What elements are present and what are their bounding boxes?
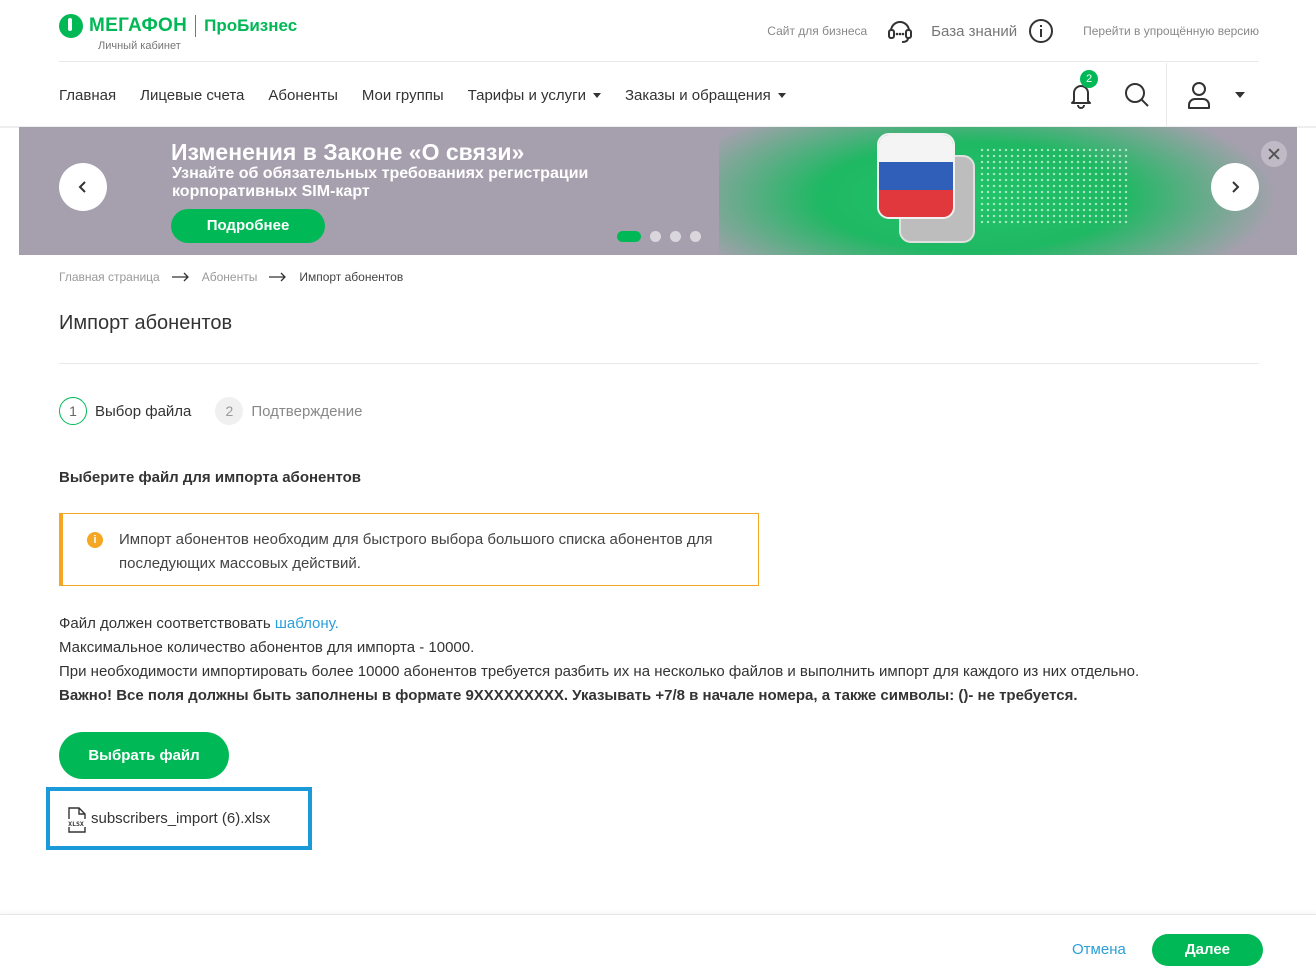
format-warning-line: Важно! Все поля должны быть заполнены в … [59,687,1078,704]
nav-item-label: Мои группы [361,86,444,104]
banner-next-button[interactable] [1211,163,1259,211]
top-bar: МЕГАФОН ПроБизнес Личный кабинет Сайт дл… [59,0,1259,62]
nav-item-label: Абоненты [268,86,338,104]
arrow-right-icon [171,272,189,282]
arrow-right-icon [269,272,287,282]
xlsx-file-icon: XLSX [65,807,87,833]
step-number: 2 [215,397,244,425]
banner-dots-decoration [979,147,1129,227]
user-profile-icon[interactable] [1185,80,1213,110]
banner-pagination [617,231,710,242]
step-confirmation: 2 Подтверждение [215,397,362,425]
page-title: Импорт абонентов [59,312,233,334]
nav-item-home[interactable]: Главная [59,87,116,104]
cabinet-caption: Личный кабинет [98,40,181,52]
simple-version-link[interactable]: Перейти в упрощённую версию [1083,24,1259,38]
business-site-link[interactable]: Сайт для бизнеса [767,24,867,38]
chevron-down-icon [777,92,786,98]
banner-close-icon[interactable] [1261,141,1287,167]
info-notice: i Импорт абонентов необходим для быстрог… [59,513,759,586]
search-icon[interactable] [1122,80,1152,110]
file-name: subscribers_import (6).xlsx [91,810,271,827]
nav-item-orders[interactable]: Заказы и обращения [625,87,786,104]
nav-item-tariffs[interactable]: Тарифы и услуги [468,87,601,104]
nav-item-accounts[interactable]: Лицевые счета [140,87,244,104]
notification-count-badge: 2 [1080,70,1098,88]
selected-file[interactable]: XLSX subscribers_import (6).xlsx [46,787,312,850]
nav-item-label: Тарифы и услуги [467,86,586,104]
banner-dot-3[interactable] [670,231,681,242]
nav-item-groups[interactable]: Мои группы [362,87,444,104]
file-type-label: XLSX [68,820,84,828]
max-count-line: Максимальное количество абонентов для им… [59,639,475,656]
banner-more-button[interactable]: Подробнее [171,209,325,243]
banner-dot-4[interactable] [690,231,701,242]
chevron-left-icon [78,181,86,193]
section-heading: Выберите файл для импорта абонентов [59,469,361,486]
title-divider [59,363,1259,364]
step-label: Подтверждение [251,402,363,420]
chevron-right-icon [1232,181,1240,193]
nav-separator [1166,63,1167,127]
import-instructions: Файл должен соответствовать шаблону. Мак… [59,612,1139,708]
brand-logo[interactable]: МЕГАФОН ПроБизнес [59,14,297,38]
choose-file-button[interactable]: Выбрать файл [59,732,229,779]
banner-dot-1[interactable] [617,231,641,242]
promo-banner: Изменения в Законе «О связи» Узнайте об … [19,127,1297,255]
chevron-down-icon [592,92,601,98]
wizard-steps: 1 Выбор файла 2 Подтверждение [59,397,386,425]
step-file-selection: 1 Выбор файла [59,397,191,425]
breadcrumb-current: Импорт абонентов [299,270,404,284]
notice-text: Импорт абонентов необходим для быстрого … [119,531,713,572]
template-requirement-text: Файл должен соответствовать [59,615,275,632]
split-files-line: При необходимости импортировать более 10… [59,663,1140,680]
breadcrumb: Главная страница Абоненты Импорт абонент… [59,270,403,284]
profile-menu-chevron-icon[interactable] [1235,92,1245,98]
breadcrumb-home[interactable]: Главная страница [59,270,160,284]
step-number: 1 [59,397,87,425]
next-button[interactable]: Далее [1152,934,1263,966]
notifications-button[interactable]: 2 [1066,70,1098,110]
nav-item-label: Заказы и обращения [624,86,771,104]
template-requirement-line: Файл должен соответствовать шаблону. [59,612,1139,636]
step-label: Выбор файла [95,402,192,420]
nav-item-label: Лицевые счета [140,86,245,104]
megafon-logo-icon [59,14,83,38]
breadcrumb-subscribers[interactable]: Абоненты [202,270,258,284]
brand-subname: ПроБизнес [204,16,298,35]
cancel-button[interactable]: Отмена [1072,941,1126,958]
nav-item-subscribers[interactable]: Абоненты [268,87,338,104]
template-link[interactable]: шаблону. [275,615,339,632]
banner-dot-2[interactable] [650,231,661,242]
top-links: Сайт для бизнеса База знаний Перейти в у… [767,16,1259,46]
info-icon[interactable] [1029,19,1054,43]
russian-flag-emblem-illustration [877,133,955,219]
logo-divider [195,15,197,37]
brand-name: МЕГАФОН [89,15,188,36]
support-headset-icon[interactable] [885,16,915,46]
banner-title: Изменения в Законе «О связи» [171,139,525,165]
main-nav: Главная Лицевые счета Абоненты Мои групп… [59,63,1259,127]
action-footer: Отмена Далее [0,914,1316,978]
knowledge-base-link[interactable]: База знаний [931,23,1017,40]
banner-prev-button[interactable] [59,163,107,211]
banner-subtitle: Узнайте об обязательных требованиях реги… [172,165,589,200]
warning-info-icon: i [87,532,103,548]
nav-item-label: Главная [59,86,117,104]
